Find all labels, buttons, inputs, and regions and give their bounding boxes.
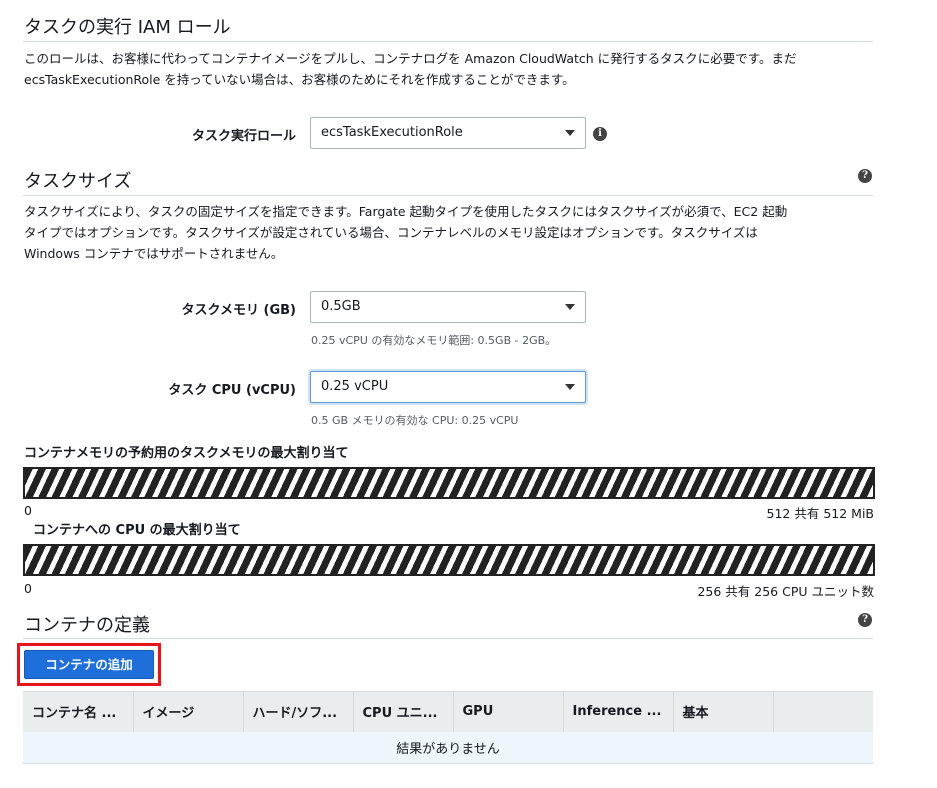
column-header-cpu-units[interactable]: CPU ユニ... xyxy=(353,691,454,732)
container-table: コンテナ名 ... イメージ ハード/ソフ... CPU ユニ... GPU I… xyxy=(23,691,873,764)
column-header-inference[interactable]: Inference ... xyxy=(563,691,674,732)
task-size-description-line: タスクサイズにより、タスクの固定サイズを指定できます。Fargate 起動タイプ… xyxy=(24,204,788,219)
table-header-row: コンテナ名 ... イメージ ハード/ソフ... CPU ユニ... GPU I… xyxy=(23,691,873,732)
role-description-line: ecsTaskExecutionRole を持っていない場合は、お客様のためにそ… xyxy=(24,72,575,87)
container-definitions-title: コンテナの定義 xyxy=(24,615,150,636)
table-row: 結果がありません xyxy=(23,731,873,764)
column-header-memory[interactable]: ハード/ソフ... xyxy=(243,691,354,732)
chevron-down-icon xyxy=(565,304,575,310)
column-header-image[interactable]: イメージ xyxy=(133,691,244,732)
column-header-blank xyxy=(773,691,873,732)
cpu-allocation-title: コンテナへの CPU の最大割り当て xyxy=(33,523,241,538)
memory-allocation-max: 512 共有 512 MiB xyxy=(766,506,874,521)
task-memory-hint: 0.25 vCPU の有効なメモリ範囲: 0.5GB - 2GB。 xyxy=(311,334,557,347)
empty-results-message: 結果がありません xyxy=(23,731,873,764)
task-size-title: タスクサイズ xyxy=(24,171,132,192)
highlight-box: コンテナの追加 xyxy=(17,643,161,686)
cpu-allocation-bar xyxy=(23,544,875,576)
task-cpu-value: 0.25 vCPU xyxy=(321,379,389,394)
task-memory-value: 0.5GB xyxy=(321,299,361,314)
column-header-container-name[interactable]: コンテナ名 ... xyxy=(23,691,134,732)
task-execution-role-value: ecsTaskExecutionRole xyxy=(321,125,463,140)
task-cpu-hint: 0.5 GB メモリの有効な CPU: 0.25 vCPU xyxy=(311,414,519,427)
task-size-description-line: タイプではオプションです。タスクサイズが設定されている場合、コンテナレベルのメモ… xyxy=(24,225,758,240)
task-size-description-line: Windows コンテナではサポートされません。 xyxy=(24,246,284,261)
task-execution-role-select[interactable]: ecsTaskExecutionRole xyxy=(310,117,586,149)
task-memory-select[interactable]: 0.5GB xyxy=(310,291,586,323)
memory-allocation-bar xyxy=(23,467,875,499)
memory-allocation-min: 0 xyxy=(24,503,32,518)
column-header-gpu[interactable]: GPU xyxy=(453,691,564,732)
chevron-down-icon xyxy=(565,130,575,136)
column-header-essential[interactable]: 基本 xyxy=(673,691,774,732)
role-description: このロールは、お客様に代わってコンテナイメージをプルし、コンテナログを Amaz… xyxy=(24,48,904,90)
role-description-line: このロールは、お客様に代わってコンテナイメージをプルし、コンテナログを Amaz… xyxy=(24,51,797,66)
task-execution-role-label: タスク実行ロール xyxy=(191,129,296,144)
task-size-description: タスクサイズにより、タスクの固定サイズを指定できます。Fargate 起動タイプ… xyxy=(24,201,904,264)
add-container-button[interactable]: コンテナの追加 xyxy=(24,650,154,679)
role-section-title: タスクの実行 IAM ロール xyxy=(24,17,231,38)
divider xyxy=(23,638,873,639)
memory-allocation-title: コンテナメモリの予約用のタスクメモリの最大割り当て xyxy=(24,446,349,461)
cpu-allocation-max: 256 共有 256 CPU ユニット数 xyxy=(697,584,874,599)
chevron-down-icon xyxy=(565,384,575,390)
info-icon[interactable]: i xyxy=(593,127,607,141)
divider xyxy=(23,195,873,196)
divider xyxy=(23,41,873,42)
task-cpu-label: タスク CPU (vCPU) xyxy=(168,383,296,398)
cpu-allocation-min: 0 xyxy=(24,581,32,596)
help-icon[interactable]: ? xyxy=(858,169,872,183)
task-memory-label: タスクメモリ (GB) xyxy=(181,303,296,318)
task-cpu-select[interactable]: 0.25 vCPU xyxy=(310,371,586,403)
help-icon[interactable]: ? xyxy=(858,613,872,627)
